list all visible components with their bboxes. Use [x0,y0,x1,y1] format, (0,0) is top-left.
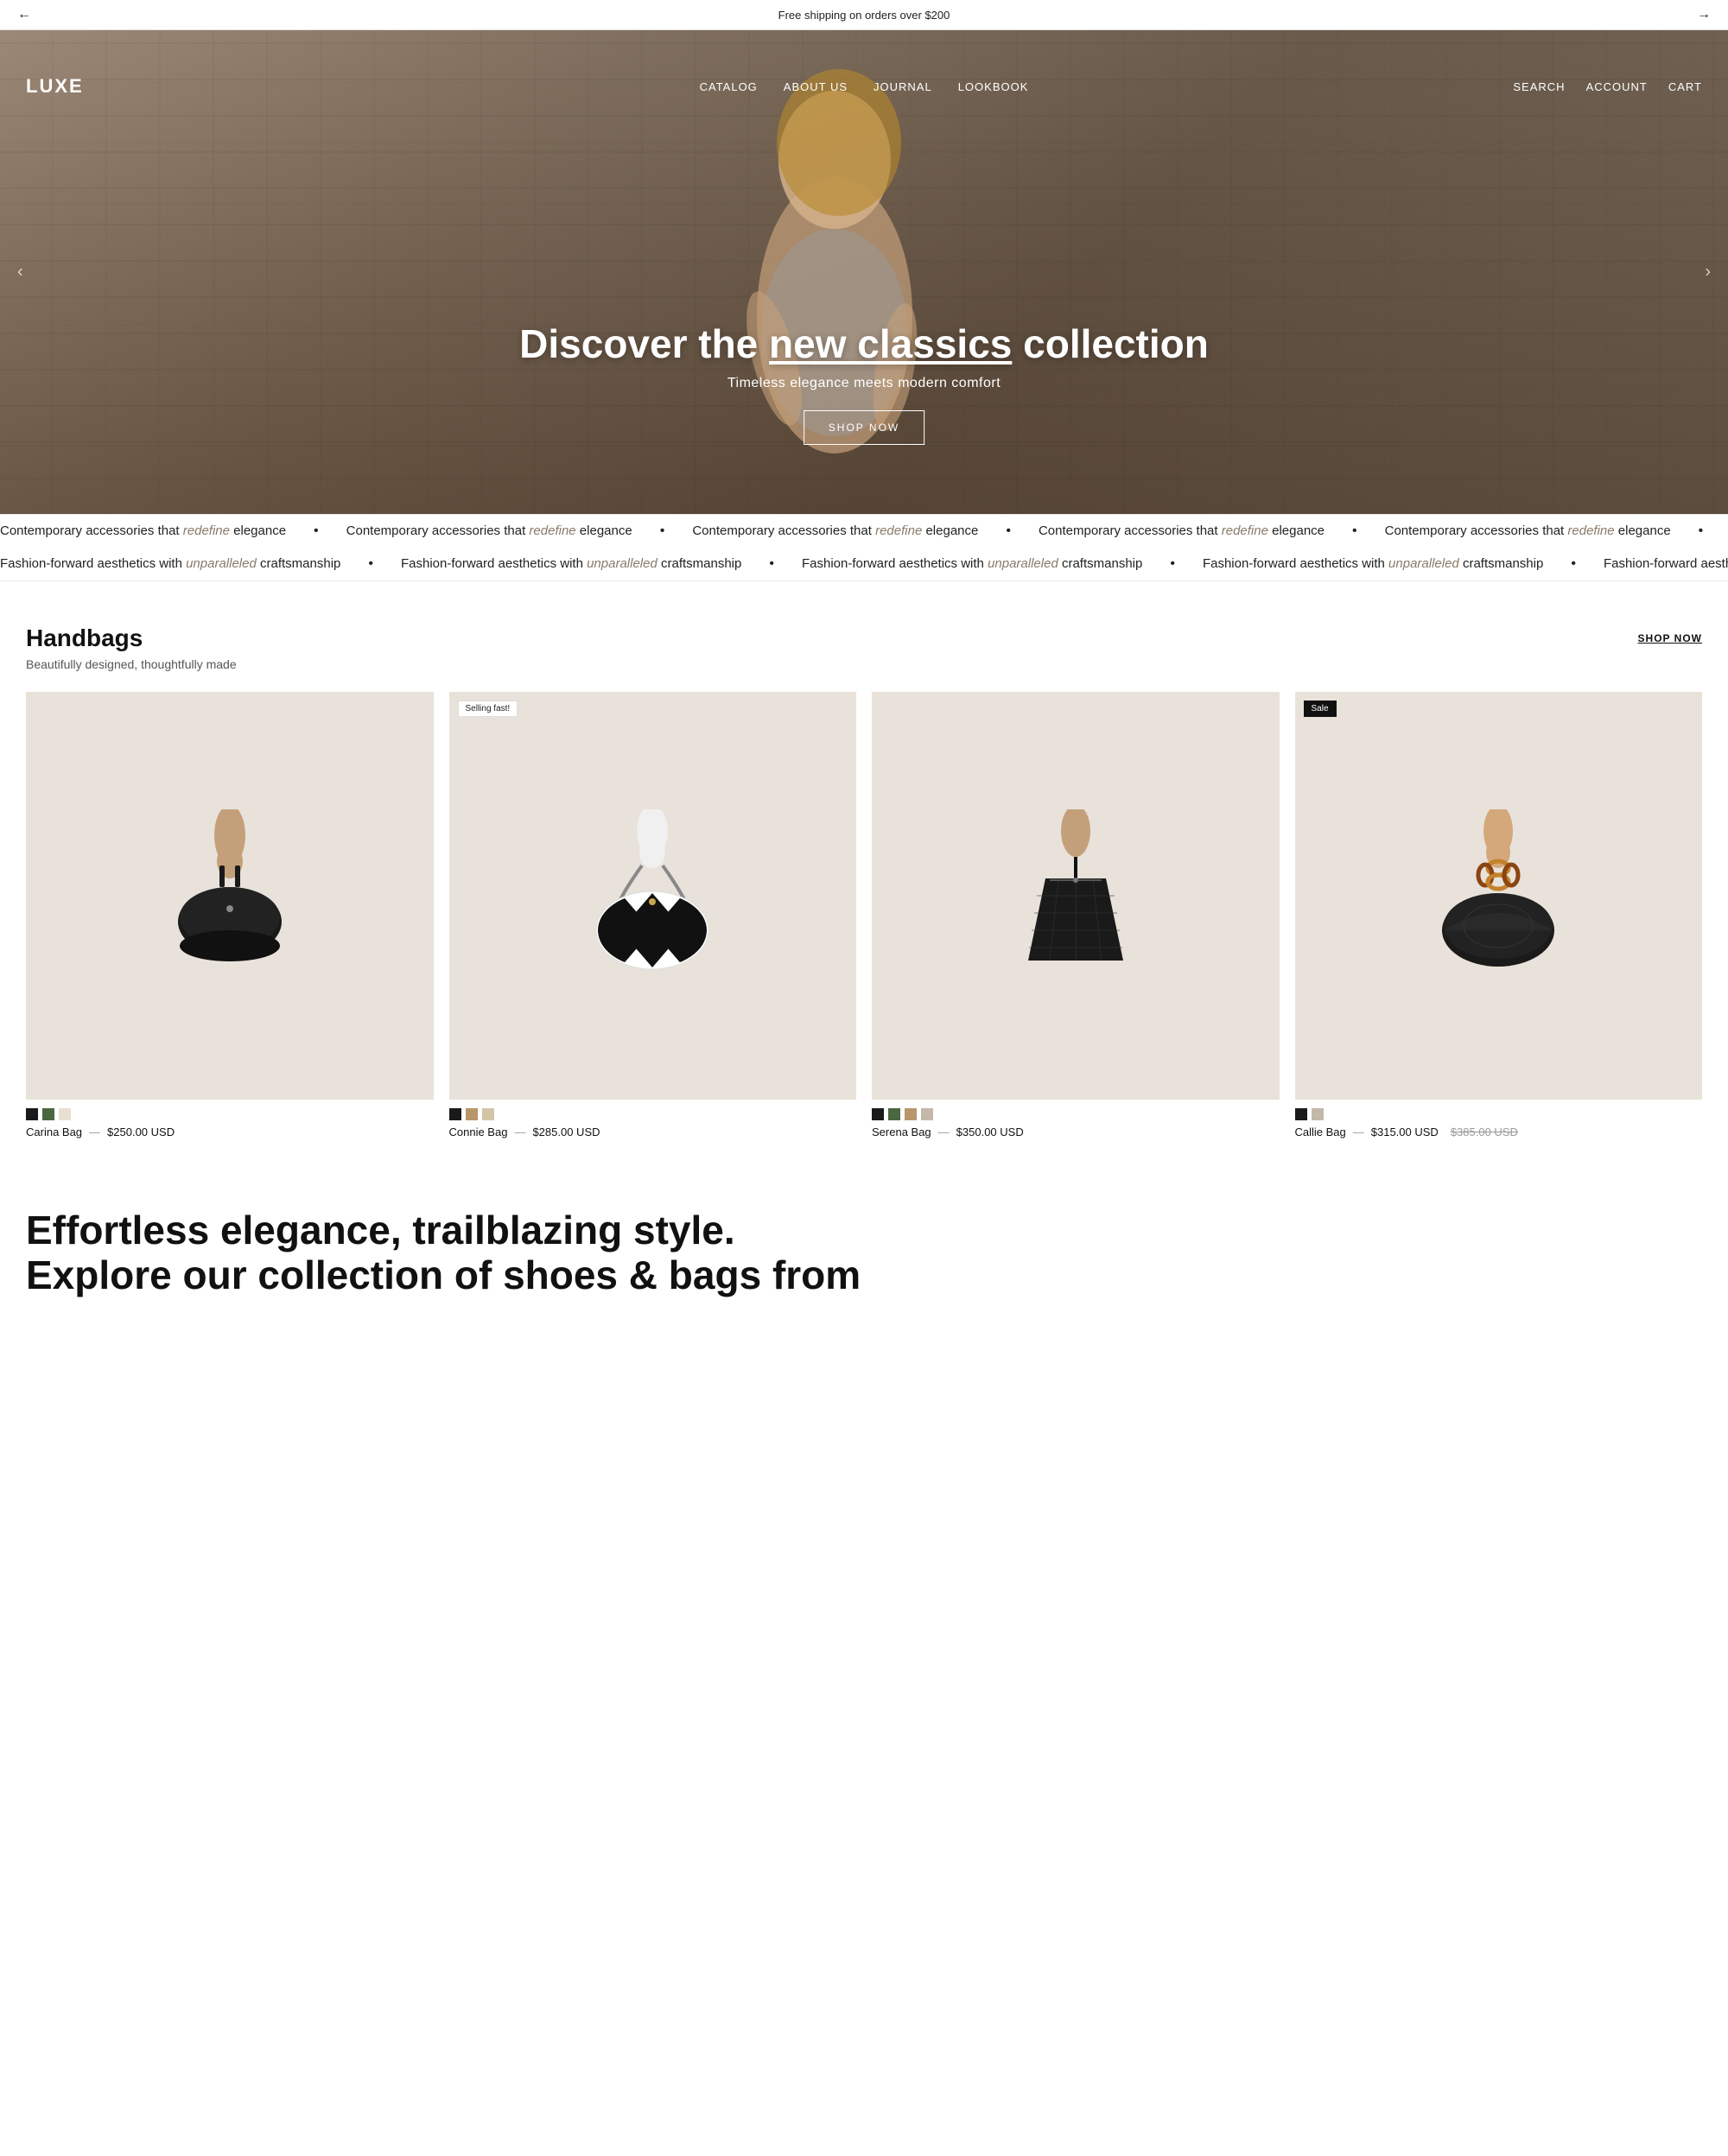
announcement-text: Free shipping on orders over $200 [778,9,950,22]
carina-info: Carina Bag — $250.00 USD [26,1126,434,1138]
hero-cta-button[interactable]: SHOP NOW [804,410,924,445]
swatch-black[interactable] [449,1108,461,1120]
product-image-callie: Sale [1295,692,1703,1100]
carina-bag-illustration [143,809,316,982]
swatch-tan[interactable] [466,1108,478,1120]
ticker-dot-1a: • [314,523,319,539]
announcement-prev[interactable]: ← [17,7,31,22]
callie-price-original: $385.00 USD [1451,1126,1518,1138]
tagline-line2: Explore our collection of shoes & bags f… [26,1252,861,1297]
tagline-line1: Effortless elegance, trailblazing style. [26,1208,735,1252]
hero-title-suffix: collection [1012,321,1208,366]
swatch-tan[interactable] [905,1108,917,1120]
product-image-connie: Selling fast! [449,692,857,1100]
hero-subtitle: Timeless elegance meets modern comfort [519,376,1209,391]
announcement-next[interactable]: → [1697,7,1711,22]
swatch-black[interactable] [26,1108,38,1120]
connie-badge: Selling fast! [458,701,518,717]
callie-name: Callie Bag [1295,1126,1346,1138]
callie-info: Callie Bag — $315.00 USD $385.00 USD [1295,1126,1703,1138]
serena-info: Serena Bag — $350.00 USD [872,1126,1280,1138]
swatch-taupe[interactable] [921,1108,933,1120]
ticker-item-2c: Fashion-forward aesthetics with unparall… [802,556,1142,572]
ticker-item-1a: Contemporary accessories that redefine e… [0,523,286,539]
serena-name: Serena Bag [872,1126,931,1138]
swatch-black[interactable] [872,1108,884,1120]
ticker-item-1c: Contemporary accessories that redefine e… [692,523,978,539]
carina-swatches [26,1108,434,1120]
header: LUXE CATALOG ABOUT US JOURNAL LOOKBOOK S… [0,63,1728,110]
swatch-green[interactable] [42,1108,54,1120]
product-image-carina [26,692,434,1100]
product-card-serena[interactable]: Serena Bag — $350.00 USD [872,692,1280,1138]
ticker-inner-2: Fashion-forward aesthetics with unparall… [0,556,1728,572]
product-card-connie[interactable]: Selling fast! [449,692,857,1138]
nav-about-us[interactable]: ABOUT US [784,80,848,93]
nav-account[interactable]: ACCOUNT [1586,80,1648,93]
carina-price: $250.00 USD [107,1126,175,1138]
handbags-section: Handbags SHOP NOW Beautifully designed, … [0,581,1728,1164]
nav-search[interactable]: SEARCH [1513,80,1565,93]
nav-catalog[interactable]: CATALOG [700,80,758,93]
ticker-item-2b: Fashion-forward aesthetics with unparall… [401,556,741,572]
connie-swatches [449,1108,857,1120]
ticker-item-1e: Contemporary accessories that redefine e… [1385,523,1671,539]
logo[interactable]: LUXE [26,75,84,98]
nav-right: SEARCH ACCOUNT CART [1513,80,1702,93]
swatch-taupe[interactable] [1312,1108,1324,1120]
connie-bag-illustration [566,809,739,982]
ticker-row-1: Contemporary accessories that redefine e… [0,515,1728,548]
callie-badge: Sale [1304,701,1337,717]
handbags-shop-now[interactable]: SHOP NOW [1638,632,1702,644]
ticker-item-2a: Fashion-forward aesthetics with unparall… [0,556,340,572]
product-card-callie[interactable]: Sale [1295,692,1703,1138]
swatch-black[interactable] [1295,1108,1307,1120]
ticker-dot-1d: • [1352,523,1357,539]
ticker-dot-1b: • [660,523,665,539]
announcement-bar: ← Free shipping on orders over $200 → [0,0,1728,30]
connie-name: Connie Bag [449,1126,508,1138]
ticker-item-1b: Contemporary accessories that redefine e… [346,523,632,539]
swatch-beige[interactable] [482,1108,494,1120]
carina-name: Carina Bag [26,1126,82,1138]
tagline-section: Effortless elegance, trailblazing style.… [0,1164,1728,1316]
hero-title-prefix: Discover the [519,321,769,366]
product-card-carina[interactable]: Carina Bag — $250.00 USD [26,692,434,1138]
product-grid: Carina Bag — $250.00 USD Selling fast! [26,692,1702,1138]
callie-swatches [1295,1108,1703,1120]
tagline-text: Effortless elegance, trailblazing style.… [26,1208,1702,1299]
product-image-serena [872,692,1280,1100]
hero-title-highlight: new classics [769,321,1012,366]
ticker-row-2: Fashion-forward aesthetics with unparall… [0,548,1728,580]
ticker-inner-1: Contemporary accessories that redefine e… [0,523,1728,539]
serena-price: $350.00 USD [956,1126,1024,1138]
nav-lookbook[interactable]: LOOKBOOK [958,80,1029,93]
callie-price: $315.00 USD [1371,1126,1439,1138]
ticker-item-2d: Fashion-forward aesthetics with unparall… [1203,556,1543,572]
serena-bag-illustration [989,809,1162,982]
ticker-wrap: Contemporary accessories that redefine e… [0,514,1728,581]
hero-section: LUXE CATALOG ABOUT US JOURNAL LOOKBOOK S… [0,30,1728,514]
hero-content: Discover the new classics collection Tim… [519,320,1209,445]
handbags-title: Handbags [26,625,143,652]
ticker-dot-1c: • [1006,523,1011,539]
connie-info: Connie Bag — $285.00 USD [449,1126,857,1138]
swatch-green[interactable] [888,1108,900,1120]
callie-bag-illustration [1412,809,1585,982]
handbags-subtitle: Beautifully designed, thoughtfully made [26,657,1702,671]
nav-center: CATALOG ABOUT US JOURNAL LOOKBOOK [700,80,1029,93]
hero-prev-arrow[interactable]: ‹ [17,263,23,282]
ticker-item-1d: Contemporary accessories that redefine e… [1039,523,1325,539]
connie-price: $285.00 USD [532,1126,600,1138]
hero-next-arrow[interactable]: › [1705,263,1711,282]
nav-cart[interactable]: CART [1668,80,1702,93]
swatch-cream[interactable] [59,1108,71,1120]
section-header: Handbags SHOP NOW [26,625,1702,652]
serena-swatches [872,1108,1280,1120]
nav-journal[interactable]: JOURNAL [874,80,932,93]
hero-title: Discover the new classics collection [519,320,1209,367]
